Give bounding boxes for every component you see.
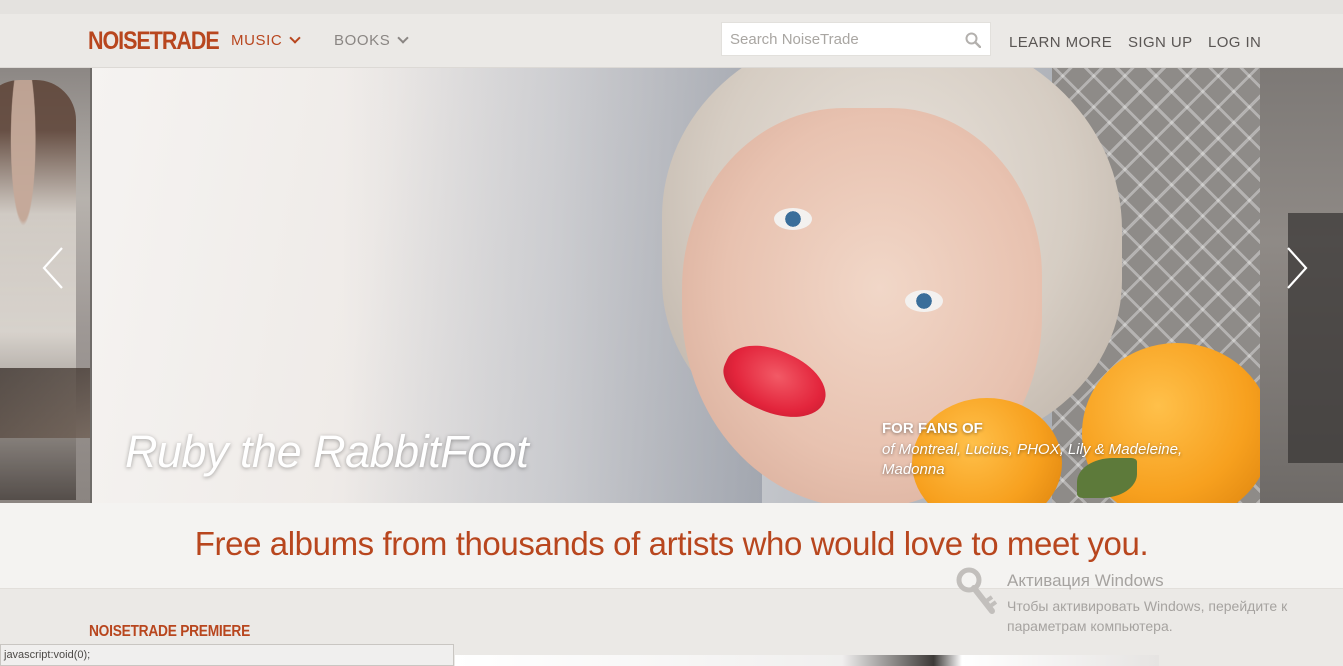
key-icon xyxy=(956,567,998,614)
logo[interactable]: NOISETRADE xyxy=(88,27,220,56)
learn-more-link[interactable]: LEARN MORE xyxy=(1009,34,1112,51)
watermark-title: Активация Windows xyxy=(1007,571,1164,590)
fans-of-list: of Montreal, Lucius, PHOX, Lily & Madele… xyxy=(882,441,1183,478)
arrow-right-icon[interactable] xyxy=(1282,246,1312,290)
nav-books-label: BOOKS xyxy=(334,32,391,49)
log-in-link[interactable]: LOG IN xyxy=(1208,34,1261,51)
nav-music-label: MUSIC xyxy=(231,32,283,49)
chevron-down-icon xyxy=(289,32,302,44)
preview-image-detail xyxy=(0,368,90,438)
nav-books-dropdown[interactable]: BOOKS xyxy=(334,32,410,49)
tagline: Free albums from thousands of artists wh… xyxy=(194,525,1149,562)
watermark-text: Чтобы активировать Windows, перейдите к … xyxy=(1007,598,1288,634)
artist-name[interactable]: Ruby the RabbitFoot xyxy=(125,426,529,478)
navbar: NOISETRADE MUSIC BOOKS LEARN MORE SIGN U… xyxy=(0,14,1343,68)
browser-status-bar: javascript:void(0); xyxy=(0,644,454,666)
sign-up-link[interactable]: SIGN UP xyxy=(1128,34,1192,51)
top-strip xyxy=(0,0,1343,14)
nav-music-dropdown[interactable]: MUSIC xyxy=(231,32,302,49)
fans-of-label: FOR FANS OF xyxy=(882,420,983,437)
search-icon[interactable] xyxy=(965,32,981,48)
fans-of-block: FOR FANS OF of Montreal, Lucius, PHOX, L… xyxy=(882,420,1212,480)
arrow-left-icon[interactable] xyxy=(38,246,68,290)
search-box xyxy=(721,22,991,56)
hero-carousel: Ruby the RabbitFoot FOR FANS OF of Montr… xyxy=(0,68,1343,503)
search-input[interactable] xyxy=(722,23,952,55)
premiere-card[interactable] xyxy=(455,655,1159,666)
section-title: NOISETRADE PREMIERE xyxy=(89,623,251,640)
chevron-down-icon xyxy=(397,32,410,44)
